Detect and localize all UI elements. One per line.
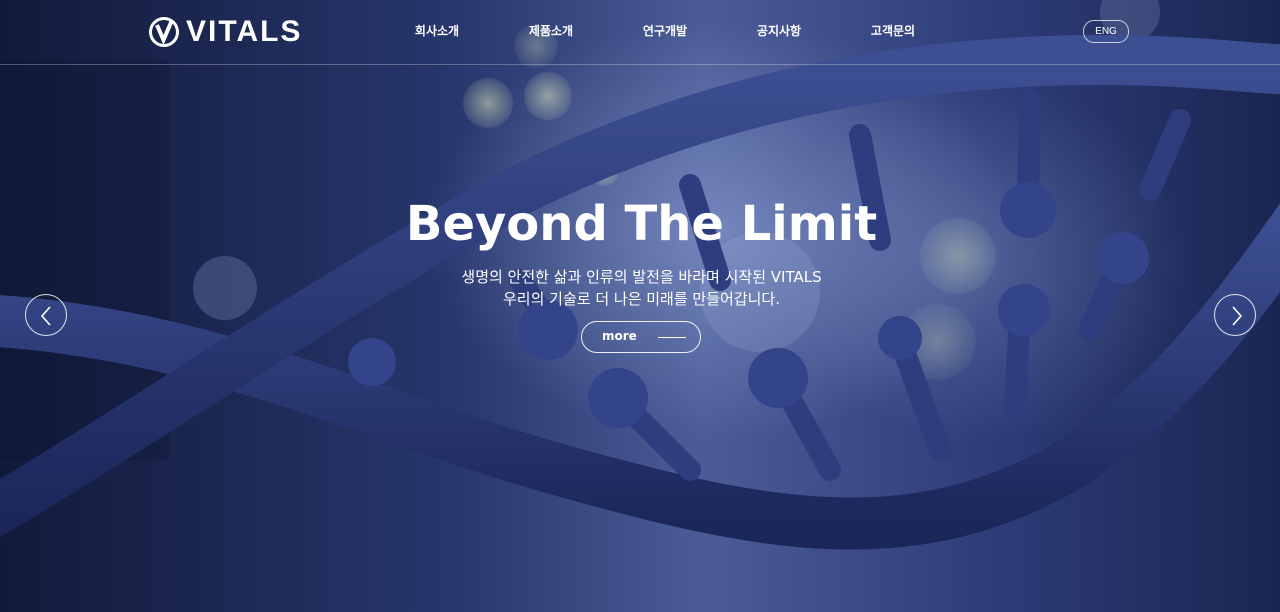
logo-text: VITALS bbox=[186, 15, 303, 48]
nav-item-contact[interactable]: 고객문의 bbox=[836, 20, 950, 42]
hero-subtitle-line-1: 생명의 안전한 삶과 인류의 발전을 바라며 시작된 VITALS bbox=[461, 268, 822, 286]
chevron-right-icon bbox=[1232, 306, 1243, 326]
nav-item-company[interactable]: 회사소개 bbox=[380, 20, 494, 42]
hero-subtitle-line-2: 우리의 기술로 더 나은 미래를 만들어갑니다. bbox=[502, 290, 780, 308]
chevron-left-icon bbox=[40, 306, 51, 326]
hero-headline: Beyond The Limit bbox=[405, 196, 878, 252]
hero-banner: VITALS 회사소개 제품소개 연구개발 공지사항 고객문의 ENG Beyo… bbox=[0, 0, 1280, 612]
language-toggle-button[interactable]: ENG bbox=[1083, 20, 1129, 43]
slider-next-button[interactable] bbox=[1214, 294, 1256, 336]
slider-prev-button[interactable] bbox=[25, 294, 67, 336]
nav-item-notice[interactable]: 공지사항 bbox=[722, 20, 836, 42]
nav-item-research[interactable]: 연구개발 bbox=[608, 20, 722, 42]
site-logo[interactable]: VITALS bbox=[148, 14, 302, 50]
more-button[interactable]: more bbox=[581, 321, 701, 353]
more-button-line bbox=[658, 337, 686, 338]
nav-item-products[interactable]: 제품소개 bbox=[494, 20, 608, 42]
more-button-label: more bbox=[602, 329, 637, 343]
vitals-logo-mark-icon bbox=[149, 17, 179, 47]
main-nav: 회사소개 제품소개 연구개발 공지사항 고객문의 bbox=[380, 20, 950, 42]
site-header: VITALS 회사소개 제품소개 연구개발 공지사항 고객문의 ENG bbox=[0, 0, 1280, 65]
